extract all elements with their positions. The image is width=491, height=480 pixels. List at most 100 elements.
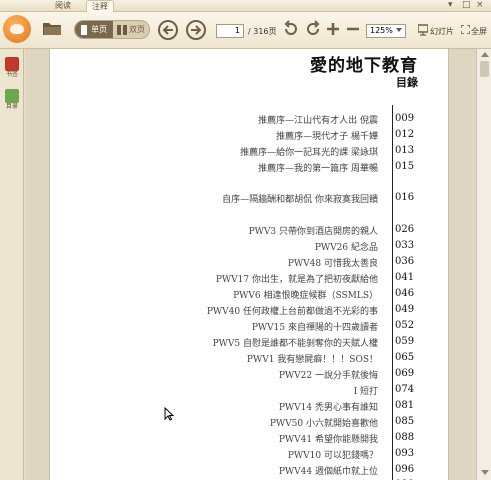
zoom-in-icon[interactable] xyxy=(324,20,342,38)
toc-entry[interactable]: PWV44 週個紙巾就上位 096 xyxy=(50,464,448,478)
scroll-down-icon[interactable] xyxy=(481,470,489,475)
open-folder-icon[interactable] xyxy=(42,21,62,36)
slideshow-button[interactable]: 幻灯片 xyxy=(430,26,454,37)
toc-entry-page: 009 xyxy=(395,113,415,124)
single-page-icon xyxy=(81,25,87,35)
toc-entry[interactable]: PWV15 來自禪陽的十四歲讀者 052 xyxy=(50,320,448,334)
toc-entry-page: 081 xyxy=(395,400,415,411)
toc-entry[interactable]: 推薦序—給你一記耳光的課 梁詠琪 013 xyxy=(50,145,448,159)
toc-entry-title: PWV6 相達恨晚症候群（SSMLS） xyxy=(233,291,378,301)
toc-entry-page: 059 xyxy=(395,336,415,347)
fullscreen-icon[interactable] xyxy=(461,25,470,34)
toc-icon xyxy=(5,89,19,103)
toc-entry-page: 096 xyxy=(395,464,415,475)
toc-entry-title: PWV40 任何政權上台前都做過不光彩的事 xyxy=(206,307,378,317)
toc-entry-title: 推薦序—我的第一篇序 周華暢 xyxy=(258,164,378,174)
zoom-out-icon[interactable] xyxy=(344,20,362,38)
page-number-input[interactable]: 1 xyxy=(216,24,244,38)
toc-entry-title: PWV15 來自禪陽的十四歲讀者 xyxy=(251,323,378,333)
toc-entry[interactable]: PWV48 可惜我太善良 036 xyxy=(50,256,448,270)
document-page: 愛的地下教育 目錄 推薦序—江山代有才人出 倪震 009 推薦序—現代才子 楊千嬅 0… xyxy=(49,49,449,480)
scroll-up-icon[interactable] xyxy=(481,52,489,57)
next-page-button[interactable] xyxy=(186,20,206,40)
arrow-right-icon xyxy=(191,25,202,35)
tab-annotate[interactable]: 注释 xyxy=(86,0,114,12)
toc-entry[interactable]: PWV1 我有戀屍癖！！！SOS！ 065 xyxy=(50,352,448,366)
toc-entry-page: 013 xyxy=(395,145,415,156)
page-total: / 316页 xyxy=(248,27,277,36)
toc-entry-title: PWV50 小六就開始喜歡他 xyxy=(269,419,378,429)
rotate-left-icon[interactable] xyxy=(282,20,300,38)
toc-entry-title: PWV5 自慰是誰都不能剝奪你的天賦人權 xyxy=(212,339,378,349)
toc-entry[interactable]: 推薦序—我的第一篇序 周華暢 015 xyxy=(50,161,448,175)
toc-entry-page: 049 xyxy=(395,304,415,315)
toc-entry-page: 036 xyxy=(395,256,415,267)
toc-entry[interactable]: PWV22 一說分手就後悔 069 xyxy=(50,368,448,382)
app-logo-icon[interactable] xyxy=(3,15,31,43)
toc-entry-page: 026 xyxy=(395,224,415,235)
minimize-icon[interactable]: ▾ xyxy=(448,0,453,11)
single-page-button[interactable]: 单页 xyxy=(75,21,113,38)
vertical-scrollbar[interactable] xyxy=(476,49,491,480)
toc-entry-title: PWV1 我有戀屍癖！！！SOS！ xyxy=(246,355,378,365)
toc-entry-page: 012 xyxy=(395,129,415,140)
toc-entry[interactable]: PWV10 可以犯錢嗎？ 093 xyxy=(50,448,448,462)
sidebar-item-toc[interactable]: 目录 xyxy=(2,89,22,111)
toc-entry[interactable]: PWV6 相達恨晚症候群（SSMLS） 046 xyxy=(50,288,448,302)
toc-entry-title: I 短打 xyxy=(353,387,378,397)
toc-entry-page: 016 xyxy=(395,192,415,203)
toc-entry[interactable]: PWV40 任何政權上台前都做過不光彩的事 049 xyxy=(50,304,448,318)
toc-entry[interactable]: PWV3 只帶你到酒店開房的親人 026 xyxy=(50,224,448,238)
toc-entry-title: PWV22 一說分手就後悔 xyxy=(278,371,378,381)
tab-read[interactable]: 阅读 xyxy=(50,0,76,12)
prev-page-button[interactable] xyxy=(158,20,178,40)
toc-entry-page: 074 xyxy=(395,384,415,395)
mouse-cursor-icon xyxy=(164,407,174,421)
toc-entry-page: 052 xyxy=(395,320,415,331)
rotate-right-icon[interactable] xyxy=(304,20,322,38)
sidebar: 书签 目录 xyxy=(0,49,24,480)
toc-entry[interactable]: PWV14 禿男心事有誰知 081 xyxy=(50,400,448,414)
toc-entry[interactable]: 自序—隔牆酬和都胡侃 你來寂寞我回饋 016 xyxy=(50,192,448,206)
sidebar-item-bookmarks[interactable]: 书签 xyxy=(2,57,22,79)
bookmark-icon xyxy=(5,57,19,71)
toc-entry-page: 093 xyxy=(395,448,415,459)
scroll-thumb[interactable] xyxy=(480,61,489,77)
toc-entry-title: PWV10 可以犯錢嗎？ xyxy=(287,451,378,461)
tab-strip: 阅读 注释 ▾ □ × xyxy=(0,0,491,12)
toc-entry[interactable]: 推薦序—現代才子 楊千嬅 012 xyxy=(50,129,448,143)
toc-entry[interactable]: PWV17 你出生，就是為了把初夜獻給他 041 xyxy=(50,272,448,286)
toc-entry-title: 推薦序—江山代有才人出 倪震 xyxy=(258,116,378,126)
toc-entry[interactable]: PWV41 希望你能懸開我 088 xyxy=(50,432,448,446)
document-viewport[interactable]: 愛的地下教育 目錄 推薦序—江山代有才人出 倪震 009 推薦序—現代才子 楊千嬅 0… xyxy=(25,49,476,480)
toc-entry-page: 033 xyxy=(395,240,415,251)
toc-entry-page: 015 xyxy=(395,161,415,172)
toc-entry-title: PWV44 週個紙巾就上位 xyxy=(278,467,378,477)
chevron-down-icon[interactable] xyxy=(396,28,402,32)
page-mode-toggle: 单页 双页 xyxy=(74,20,150,39)
toc-entry[interactable]: PWV26 紀念品 033 xyxy=(50,240,448,254)
toc-entry[interactable]: PWV5 自慰是誰都不能剝奪你的天賦人權 059 xyxy=(50,336,448,350)
toc-entry-title: PWV26 紀念品 xyxy=(314,243,378,253)
toc-entry-page: 041 xyxy=(395,272,415,283)
close-icon[interactable]: × xyxy=(476,0,484,11)
slideshow-icon[interactable] xyxy=(418,24,428,36)
sidebar-item-label: 书签 xyxy=(5,71,18,78)
page-title: 愛的地下教育 xyxy=(310,56,418,76)
fullscreen-button[interactable]: 全屏 xyxy=(471,26,487,37)
toc-entry-title: 自序—隔牆酬和都胡侃 你來寂寞我回饋 xyxy=(222,195,378,205)
toc-entry-title: PWV41 希望你能懸開我 xyxy=(278,435,378,445)
toc-entry-page: 065 xyxy=(395,352,415,363)
single-page-label: 单页 xyxy=(91,25,107,34)
toolbar: 单页 双页 1 / 316页 125% 幻灯片 全屏 xyxy=(0,12,491,49)
toc-entry[interactable]: 推薦序—江山代有才人出 倪震 009 xyxy=(50,113,448,127)
restore-icon[interactable]: □ xyxy=(462,0,471,11)
toc-entry[interactable]: PWV50 小六就開始喜歡他 085 xyxy=(50,416,448,430)
toc-entry-title: PWV48 可惜我太善良 xyxy=(287,259,378,269)
toc-entry[interactable]: I 短打 074 xyxy=(50,384,448,398)
page-subtitle: 目錄 xyxy=(396,76,418,89)
toc-entry-page: 088 xyxy=(395,432,415,443)
double-page-label: 双页 xyxy=(129,25,145,34)
double-page-button[interactable]: 双页 xyxy=(113,21,149,38)
toc-entry-title: 推薦序—現代才子 楊千嬅 xyxy=(276,132,378,142)
